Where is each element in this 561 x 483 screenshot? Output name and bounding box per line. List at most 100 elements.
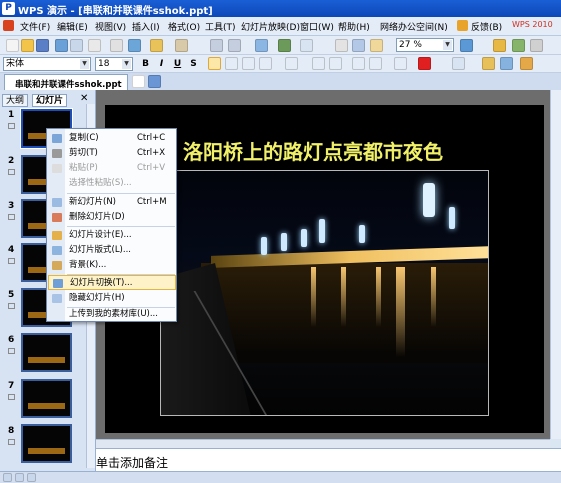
design-icon[interactable] xyxy=(512,39,525,52)
distribute-icon[interactable] xyxy=(285,57,298,70)
table-style-icon[interactable] xyxy=(482,57,495,70)
menu-tools[interactable]: 工具(T) xyxy=(205,20,236,33)
insert-table-icon[interactable] xyxy=(255,39,268,52)
editor-hscrollbar[interactable] xyxy=(96,439,550,448)
increase-font-icon[interactable] xyxy=(352,57,365,70)
numbering-icon[interactable] xyxy=(312,57,325,70)
italic-button[interactable]: I xyxy=(155,57,168,71)
menu-edit[interactable]: 编辑(E) xyxy=(57,20,88,33)
menu-item-delete-slide[interactable]: 删除幻灯片(D) xyxy=(48,210,176,225)
menu-item-paste[interactable]: 粘贴(P) Ctrl+V xyxy=(48,161,176,176)
print-icon[interactable] xyxy=(55,39,68,52)
tab-slides[interactable]: 幻灯片 xyxy=(32,94,68,107)
menu-separator xyxy=(67,226,175,227)
document-tab-bar: 串联和并联课件sshok.ppt xyxy=(0,73,561,90)
color-grayscale-icon[interactable] xyxy=(370,39,383,52)
toolbar-options-icon[interactable] xyxy=(530,39,543,52)
menu-insert[interactable]: 插入(I) xyxy=(132,20,160,33)
font-size-combo[interactable]: 18 ▼ xyxy=(95,57,133,71)
text-box-icon[interactable] xyxy=(452,57,465,70)
save-icon[interactable] xyxy=(36,39,49,52)
menu-format[interactable]: 格式(O) xyxy=(168,20,200,33)
align-left-icon[interactable] xyxy=(208,57,221,70)
font-name-value: 宋体 xyxy=(6,59,25,69)
transition-icon xyxy=(8,439,15,445)
decrease-indent-icon[interactable] xyxy=(394,57,407,70)
menu-item-cut[interactable]: 剪切(T) Ctrl+X xyxy=(48,146,176,161)
spellcheck-icon[interactable] xyxy=(88,39,101,52)
gridlines-icon[interactable] xyxy=(352,39,365,52)
thumbnail-image xyxy=(28,403,65,409)
slide-number: 1 xyxy=(8,110,15,120)
undo-icon[interactable] xyxy=(210,39,223,52)
slide-photo[interactable] xyxy=(160,170,489,416)
slide-thumbnail[interactable] xyxy=(21,424,72,463)
menu-item-hide-slide[interactable]: 隐藏幻灯片(H) xyxy=(48,291,176,306)
strike-button[interactable]: S xyxy=(187,57,200,71)
menu-slideshow[interactable]: 幻灯片放映(D) xyxy=(241,20,300,33)
menu-feedback[interactable]: 反馈(B) xyxy=(471,20,502,33)
align-right-icon[interactable] xyxy=(242,57,255,70)
menu-item-label: 幻灯片版式(L)... xyxy=(69,245,131,255)
new-tab-icon[interactable] xyxy=(148,75,161,88)
redo-icon[interactable] xyxy=(228,39,241,52)
slideshow-view-icon[interactable] xyxy=(27,473,36,482)
font-name-combo[interactable]: 宋体 ▼ xyxy=(3,57,91,71)
close-panel-icon[interactable]: ✕ xyxy=(80,93,88,104)
menu-item-slide-design[interactable]: 幻灯片设计(E)... xyxy=(48,228,176,243)
slide-thumbnail[interactable] xyxy=(21,333,72,372)
copy-icon[interactable] xyxy=(128,39,141,52)
menu-item-copy[interactable]: 复制(C) Ctrl+C xyxy=(48,131,176,146)
menu-item-paste-special[interactable]: 选择性粘贴(S)... xyxy=(48,176,176,191)
decrease-font-icon[interactable] xyxy=(369,57,382,70)
menu-item-upload-library[interactable]: 上传到我的素材库(U)... xyxy=(48,307,176,322)
document-tab[interactable]: 串联和并联课件sshok.ppt xyxy=(4,74,128,90)
chevron-down-icon[interactable]: ▼ xyxy=(443,40,452,50)
align-center-icon[interactable] xyxy=(225,57,238,70)
justify-icon[interactable] xyxy=(259,57,272,70)
cut-icon xyxy=(52,149,62,158)
help-icon[interactable] xyxy=(460,39,473,52)
tab-outline[interactable]: 大纲 xyxy=(2,94,29,107)
open-folder-icon[interactable] xyxy=(21,39,34,52)
underline-button[interactable]: U xyxy=(171,57,184,71)
font-color-icon[interactable] xyxy=(418,57,431,70)
slide-thumbnail[interactable] xyxy=(21,379,72,418)
close-document-icon[interactable] xyxy=(132,75,145,88)
bullets-icon[interactable] xyxy=(329,57,342,70)
zoom-combo[interactable]: 27 % ▼ xyxy=(396,38,454,52)
app-menu-icon[interactable] xyxy=(3,20,14,31)
street-lamp xyxy=(281,233,287,251)
new-slide-icon[interactable] xyxy=(500,57,513,70)
menu-item-label: 粘贴(P) xyxy=(69,163,98,173)
slide-design-icon[interactable] xyxy=(520,57,533,70)
menu-item-background[interactable]: 背景(K)... xyxy=(48,258,176,273)
menu-view[interactable]: 视图(V) xyxy=(95,20,126,33)
menu-file[interactable]: 文件(F) xyxy=(20,20,50,33)
new-document-icon[interactable] xyxy=(6,39,19,52)
chevron-down-icon[interactable]: ▼ xyxy=(80,59,89,69)
notes-pane[interactable]: 单击添加备注 xyxy=(96,448,561,471)
bold-button[interactable]: B xyxy=(139,57,152,71)
animation-icon[interactable] xyxy=(493,39,506,52)
sorter-view-icon[interactable] xyxy=(15,473,24,482)
menu-window[interactable]: 窗口(W) xyxy=(300,20,334,33)
slideshow-icon[interactable] xyxy=(335,39,348,52)
chevron-down-icon[interactable]: ▼ xyxy=(122,59,131,69)
paste-icon[interactable] xyxy=(150,39,163,52)
slide-title[interactable]: 洛阳桥上的路灯点亮都市夜色 xyxy=(183,136,443,165)
menu-help[interactable]: 帮助(H) xyxy=(338,20,370,33)
format-painter-icon[interactable] xyxy=(175,39,188,52)
cut-icon[interactable] xyxy=(110,39,123,52)
menu-bar: 文件(F) 编辑(E) 视图(V) 插入(I) 格式(O) 工具(T) 幻灯片放… xyxy=(0,17,561,36)
insert-picture-icon[interactable] xyxy=(278,39,291,52)
menu-item-slide-layout[interactable]: 幻灯片版式(L)... xyxy=(48,243,176,258)
editor-scrollbar[interactable] xyxy=(550,90,561,439)
menu-online-office[interactable]: 网络办公空间(N) xyxy=(380,20,448,33)
menu-item-slide-transition[interactable]: 幻灯片切换(T)... xyxy=(48,275,176,290)
print-preview-icon[interactable] xyxy=(70,39,83,52)
insert-chart-icon[interactable] xyxy=(300,39,313,52)
normal-view-icon[interactable] xyxy=(3,473,12,482)
menu-item-new-slide[interactable]: 新幻灯片(N) Ctrl+M xyxy=(48,195,176,210)
street-lamp xyxy=(423,183,435,217)
